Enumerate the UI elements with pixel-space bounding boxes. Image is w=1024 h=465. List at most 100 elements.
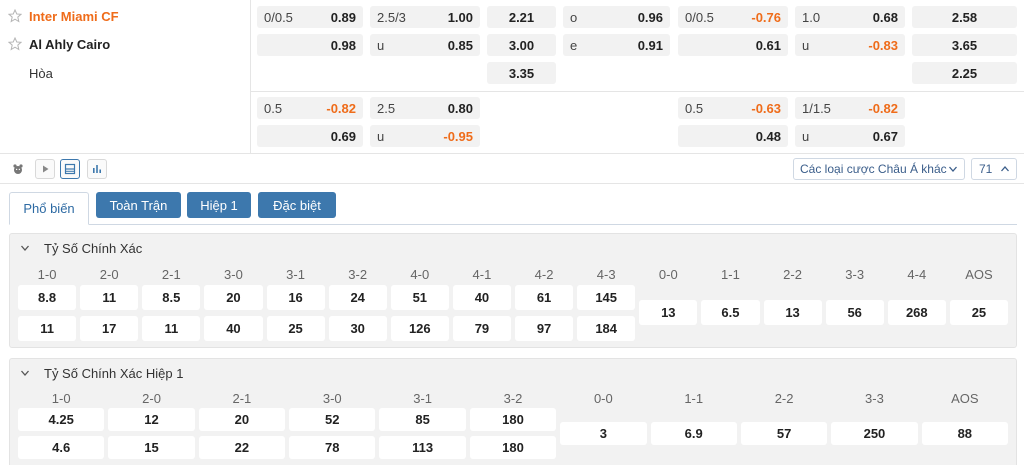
tabs-divider [9,224,1017,225]
score-odds-cell[interactable]: 126 [390,316,449,341]
stats-icon[interactable] [87,159,107,179]
odds-cell[interactable]: 0.98 [257,34,363,56]
odds-cell[interactable]: 2.25 [912,62,1017,84]
odds-cell[interactable]: 3.00 [487,34,556,56]
score-odds-cell[interactable]: 20 [204,285,263,310]
odds-cell[interactable]: o 0.96 [563,6,670,28]
odds-cell[interactable]: 2.58 [912,6,1017,28]
odds-cell[interactable]: u 0.85 [370,34,480,56]
score-odds-cell[interactable]: 22 [198,436,286,459]
score-odds-cell[interactable]: 40 [452,285,511,310]
score-odds-cell[interactable]: 40 [204,316,263,341]
chevron-down-icon [21,245,29,251]
score-odds-cell[interactable]: 180 [469,436,557,459]
score-odds-cell[interactable]: 56 [825,300,884,325]
score-header: 2-2 [774,391,794,406]
star-icon[interactable] [8,9,22,23]
odds-value: -0.82 [326,101,356,116]
score-odds-cell[interactable]: 13 [639,300,698,325]
odds-cell[interactable]: 0.5 -0.82 [257,97,363,119]
team-column: Inter Miami CF Al Ahly Cairo Hòa [0,0,251,154]
odds-cell[interactable]: 3.35 [487,62,556,84]
score-odds-cell[interactable]: 268 [887,300,946,325]
odds-cell[interactable]: 2.5/3 1.00 [370,6,480,28]
score-header: 1-1 [684,391,704,406]
score-odds-cell[interactable]: 51 [390,285,449,310]
score-odds-cell[interactable]: 11 [18,316,77,341]
score-odds-cell[interactable]: 17 [80,316,139,341]
score-odds-cell[interactable]: 13 [763,300,822,325]
score-odds-cell[interactable]: 184 [577,316,636,341]
score-odds-cell[interactable]: 8.8 [18,285,77,310]
odds-cell[interactable]: e 0.91 [563,34,670,56]
star-icon[interactable] [8,37,22,51]
home-team-name[interactable]: Inter Miami CF [29,9,119,24]
layout-icon[interactable] [60,159,80,179]
score-odds-cell[interactable]: 250 [831,422,918,445]
score-odds-cell[interactable]: 4.25 [18,408,105,431]
odds-cell[interactable]: 0.69 [257,125,363,147]
score-odds-cell[interactable]: 6.5 [701,300,760,325]
odds-value: 3.65 [951,38,978,53]
odds-value: 2.21 [508,10,535,25]
panel-header[interactable]: Tỷ Số Chính Xác [20,240,142,256]
score-odds-cell[interactable]: 97 [515,316,574,341]
odds-cell[interactable]: 2.21 [487,6,556,28]
score-odds-cell[interactable]: 85 [379,408,466,431]
score-odds-cell[interactable]: 25 [949,300,1008,325]
score-odds-cell[interactable]: 8.5 [142,285,201,310]
score-odds-cell[interactable]: 4.6 [18,436,105,459]
odds-cell[interactable]: 0.61 [678,34,788,56]
odds-value: 0.80 [447,101,473,116]
odds-cell[interactable]: 0/0.5 0.89 [257,6,363,28]
odds-cell[interactable]: u -0.95 [370,125,480,147]
score-odds-cell[interactable]: 20 [198,408,286,431]
score-odds-cell[interactable]: 145 [577,285,636,310]
odds-cell[interactable]: u -0.83 [795,34,905,56]
score-odds-cell[interactable]: 113 [379,436,466,459]
odds-cell[interactable]: 2.5 0.80 [370,97,480,119]
odds-cell[interactable]: 1/1.5 -0.82 [795,97,905,119]
handicap: 2.5 [377,101,396,116]
tab-popular[interactable]: Phổ biến [9,192,89,225]
panel-header[interactable]: Tỷ Số Chính Xác Hiệp 1 [20,365,183,381]
score-header: 0-0 [593,391,613,406]
draw-label: Hòa [29,65,53,81]
score-odds-cell[interactable]: 3 [560,422,647,445]
score-odds-cell[interactable]: 16 [266,285,325,310]
odds-cell[interactable]: 0.48 [678,125,788,147]
score-odds-cell[interactable]: 79 [452,316,511,341]
tab-full-match[interactable]: Toàn Trận [96,192,181,218]
odds-cell[interactable]: 3.65 [912,34,1017,56]
market-tabs: Phổ biến Toàn Trận Hiệp 1 Đặc biệt [0,184,1024,226]
odds-cell[interactable]: 0/0.5 -0.76 [678,6,788,28]
odds-cell[interactable]: 0.5 -0.63 [678,97,788,119]
score-odds-cell[interactable]: 15 [108,436,195,459]
score-odds-cell[interactable]: 88 [921,422,1008,445]
tab-first-half[interactable]: Hiệp 1 [187,192,251,218]
score-odds-cell[interactable]: 57 [740,422,828,445]
play-icon[interactable] [35,159,55,179]
market-count-toggle[interactable]: 71 [971,158,1017,180]
odds-value: 0.98 [330,38,356,53]
odds-cell[interactable]: u 0.67 [795,125,905,147]
score-odds-cell[interactable]: 6.9 [650,422,737,445]
score-odds-cell[interactable]: 78 [289,436,376,459]
handicap: 2.5/3 [377,10,406,25]
tab-special[interactable]: Đặc biệt [258,192,336,218]
score-odds-cell[interactable]: 24 [328,285,387,310]
away-team-name[interactable]: Al Ahly Cairo [29,37,110,52]
score-odds-cell[interactable]: 25 [266,316,325,341]
score-odds-cell[interactable]: 30 [328,316,387,341]
score-odds-cell[interactable]: 11 [142,316,201,341]
score-header: AOS [965,267,993,282]
bear-icon[interactable] [8,159,28,179]
bet-type-select[interactable]: Các loại cược Châu Á khác [793,158,965,180]
score-odds-cell[interactable]: 52 [289,408,376,431]
score-odds-cell[interactable]: 180 [469,408,557,431]
score-header: 3-2 [503,391,523,406]
score-odds-cell[interactable]: 11 [80,285,139,310]
score-odds-cell[interactable]: 12 [108,408,195,431]
odds-cell[interactable]: 1.0 0.68 [795,6,905,28]
score-odds-cell[interactable]: 61 [515,285,574,310]
